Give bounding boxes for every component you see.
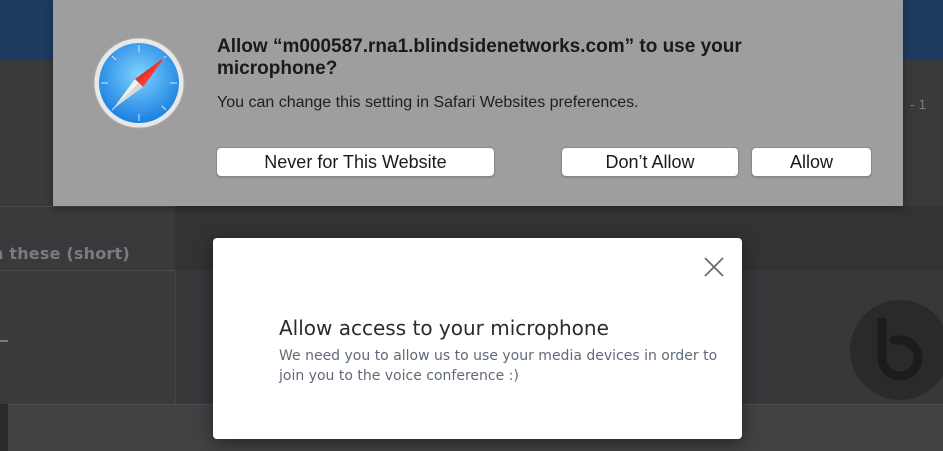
left-panel-dash [0,340,8,342]
allow-button[interactable]: Allow [751,147,872,177]
safari-permission-sheet: Allow “m000587.rna1.blindsidenetworks.co… [53,0,903,206]
permission-title: Allow “m000587.rna1.blindsidenetworks.co… [217,36,742,79]
permission-subtitle: You can change this setting in Safari We… [217,94,639,111]
right-panel-text: - 1 [910,96,927,112]
left-panel-divider [0,270,175,271]
modal-description: We need you to allow us to use your medi… [279,348,718,384]
close-icon[interactable] [700,253,728,281]
left-panel-divider [0,206,175,207]
app-right-panel [903,60,943,206]
never-for-website-button[interactable]: Never for This Website [216,147,495,177]
dont-allow-button[interactable]: Don’t Allow [561,147,739,177]
modal-title: Allow access to your microphone [279,316,609,340]
bigbluebutton-b-icon [877,318,923,380]
app-bottom-edge [0,404,8,451]
microphone-access-modal: Allow access to your microphone We need … [213,238,742,439]
left-panel-item-label: n these (short) [0,244,130,263]
safari-compass-icon [93,37,185,129]
